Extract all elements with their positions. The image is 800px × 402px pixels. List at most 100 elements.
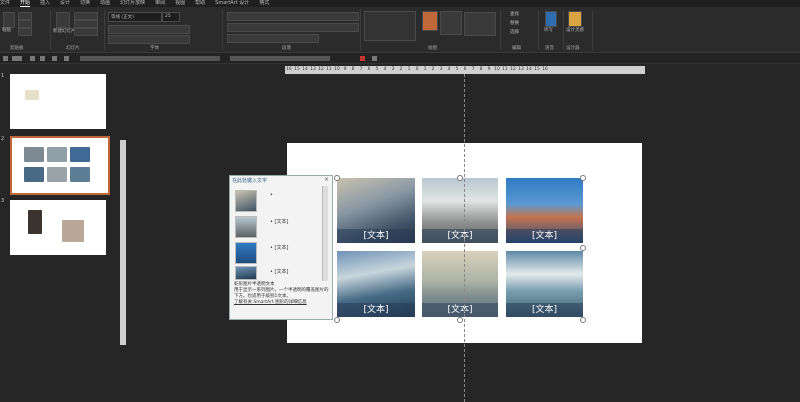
shapes-gallery[interactable] <box>364 11 416 41</box>
font-format-toolbar[interactable] <box>108 25 190 34</box>
ruler-tick: 14 <box>302 67 308 72</box>
resize-handle[interactable] <box>580 175 586 181</box>
photo-couple-bridge[interactable]: [文本] <box>422 178 498 243</box>
divider <box>563 10 564 50</box>
thumbnail-photo <box>24 147 44 162</box>
text-icon[interactable] <box>64 56 69 61</box>
paragraph-toolbar-3[interactable] <box>227 34 319 43</box>
layout-button[interactable] <box>74 12 98 20</box>
paragraph-toolbar-1[interactable] <box>227 12 359 21</box>
resize-handle[interactable] <box>457 175 463 181</box>
section-button[interactable] <box>74 28 98 36</box>
photo-coastal-town[interactable]: [文本] <box>506 178 583 243</box>
image-placeholder[interactable] <box>235 216 257 238</box>
tab-home[interactable]: 开始 <box>20 0 31 7</box>
smartart-text-pane[interactable]: 在此处键入文字 × • • [文本] • [文本] • [文本] 蛇形图片半透明… <box>229 175 333 320</box>
paragraph-toolbar-2[interactable] <box>227 23 359 32</box>
reset-button[interactable] <box>74 20 98 28</box>
photo-caption[interactable]: [文本] <box>337 229 415 243</box>
undo-icon[interactable] <box>30 56 35 61</box>
quick-styles-icon[interactable] <box>440 11 462 35</box>
customize-qat-icon[interactable] <box>372 56 377 61</box>
photo-mountain-sunrise[interactable]: [文本] <box>337 178 415 243</box>
image-placeholder[interactable] <box>235 266 257 280</box>
font-color-toolbar[interactable] <box>108 35 190 44</box>
vertical-ruler[interactable] <box>120 140 126 345</box>
new-slide-button[interactable]: 新建幻灯片 <box>53 28 76 34</box>
ruler-tick: 9 <box>487 67 491 72</box>
new-slide-icon[interactable] <box>56 12 70 28</box>
quick-access-commands[interactable] <box>80 56 220 61</box>
slide-thumbnail-2[interactable] <box>10 136 110 195</box>
microphone-icon[interactable] <box>545 11 557 27</box>
tab-animations[interactable]: 动画 <box>100 0 110 6</box>
paste-button[interactable]: 粘贴 <box>2 27 11 33</box>
font-size-select[interactable]: 25 <box>162 12 180 22</box>
arrange-icon[interactable] <box>422 11 438 31</box>
tab-transitions[interactable]: 切换 <box>80 0 90 6</box>
font-name-select[interactable]: 等线 (正文) <box>108 12 162 22</box>
photo-lake-boat[interactable]: [文本] <box>422 251 498 317</box>
designer-icon[interactable] <box>568 11 582 27</box>
replace-button[interactable]: 替换 <box>510 20 519 26</box>
bullet-text[interactable]: • [文本] <box>270 244 288 251</box>
tab-help[interactable]: 帮助 <box>195 0 205 6</box>
tab-format[interactable]: 格式 <box>259 0 269 6</box>
tab-insert[interactable]: 插入 <box>40 0 50 6</box>
ruler-tick: 4 <box>447 67 451 72</box>
save-icon[interactable] <box>3 56 8 61</box>
tab-design[interactable]: 设计 <box>60 0 70 6</box>
image-placeholder[interactable] <box>235 190 257 212</box>
photo-cloudy-sea[interactable]: [文本] <box>506 251 583 317</box>
ruler-tick: 12 <box>510 67 516 72</box>
start-slideshow-icon[interactable] <box>52 56 57 61</box>
tab-slideshow[interactable]: 幻灯片放映 <box>120 0 145 6</box>
thumbnail-photo <box>24 167 44 182</box>
resize-handle[interactable] <box>580 245 586 251</box>
photo-caption[interactable]: [文本] <box>506 229 583 243</box>
resize-handle[interactable] <box>580 317 586 323</box>
photo-fjord[interactable]: [文本] <box>337 251 415 317</box>
ruler-tick: 6 <box>367 67 371 72</box>
shape-fill-outline-effects[interactable] <box>464 12 496 36</box>
learn-more-link[interactable]: 了解有关 SmartArt 图形的详细信息 <box>234 300 330 306</box>
cut-button[interactable] <box>18 12 32 20</box>
ruler-tick: 16 <box>542 67 548 72</box>
tab-file[interactable]: 文件 <box>0 0 10 6</box>
slide-thumbnail-3[interactable] <box>10 200 106 255</box>
photo-caption[interactable]: [文本] <box>337 303 415 317</box>
ruler-tick: 7 <box>359 67 363 72</box>
dictate-button[interactable]: 听写 <box>544 27 553 33</box>
resize-handle[interactable] <box>334 317 340 323</box>
quick-access-commands-2[interactable] <box>230 56 330 61</box>
select-button[interactable]: 选择 <box>510 29 519 35</box>
format-painter-button[interactable] <box>18 28 32 36</box>
resize-handle[interactable] <box>334 175 340 181</box>
photo-caption[interactable]: [文本] <box>506 303 583 317</box>
designer-button[interactable]: 设计灵感 <box>566 27 584 33</box>
photo-caption[interactable]: [文本] <box>422 229 498 243</box>
horizontal-ruler[interactable]: 16 15 14 13 12 11 10 9 8 7 6 5 4 3 2 1 0 1 2 3 4 5 6 7 8 9 10 11 12 1… <box>285 66 645 74</box>
close-icon[interactable]: × <box>324 176 329 183</box>
text-pane-scrollbar[interactable] <box>322 186 328 281</box>
divider <box>50 10 51 50</box>
resize-handle[interactable] <box>457 317 463 323</box>
tab-view[interactable]: 视图 <box>175 0 185 6</box>
redo-icon[interactable] <box>40 56 45 61</box>
ruler-tick: 2 <box>399 67 403 72</box>
bullet-text[interactable]: • [文本] <box>270 268 288 275</box>
ruler-tick: 10 <box>494 67 500 72</box>
find-button[interactable]: 查找 <box>510 11 519 17</box>
bullet-text[interactable]: • [文本] <box>270 218 288 225</box>
record-icon[interactable] <box>360 56 365 61</box>
text-pane-title: 在此处键入文字 <box>232 178 268 184</box>
ruler-tick: 14 <box>526 67 532 72</box>
image-placeholder[interactable] <box>235 242 257 264</box>
copy-button[interactable] <box>18 20 32 28</box>
tab-review[interactable]: 审阅 <box>155 0 165 6</box>
photo-caption[interactable]: [文本] <box>422 303 498 317</box>
tab-smartart-design[interactable]: SmartArt 设计 <box>215 0 249 6</box>
paste-icon[interactable] <box>3 12 15 28</box>
slide-thumbnail-1[interactable] <box>10 74 106 129</box>
toggle-icon[interactable] <box>12 56 22 61</box>
